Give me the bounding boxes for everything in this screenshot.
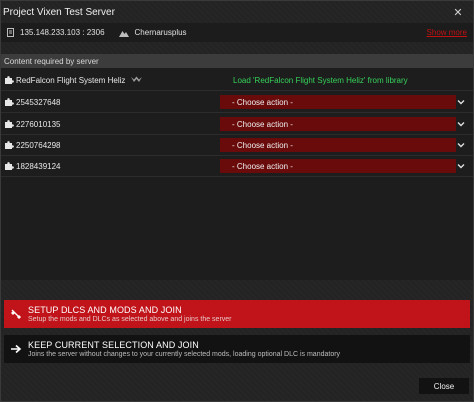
puzzle-icon	[4, 161, 14, 171]
mod-row: 1828439124 - Choose action -	[1, 156, 473, 177]
content-required-header: Content required by server	[1, 54, 473, 68]
mod-row: RedFalcon Flight System Heliz Load 'RedF…	[1, 70, 473, 91]
dialog-title: Project Vixen Test Server	[3, 6, 115, 18]
chevron-down-icon[interactable]	[456, 97, 466, 107]
mod-name-group: RedFalcon Flight System Heliz	[16, 75, 143, 85]
puzzle-icon	[4, 119, 14, 129]
keep-button-subtitle: Joins the server without changes to your…	[28, 351, 341, 358]
mod-load-status: Load 'RedFalcon Flight System Heliz' fro…	[233, 75, 408, 85]
server-map-text: Chernarusplus	[134, 28, 187, 37]
mod-name: 1828439124	[16, 161, 61, 171]
chevron-down-icon[interactable]	[456, 140, 466, 150]
setup-button-subtitle: Setup the mods and DLCs as selected abov…	[28, 316, 232, 323]
map-icon	[118, 29, 129, 37]
puzzle-icon	[4, 140, 14, 150]
action-select[interactable]: - Choose action -	[220, 95, 456, 109]
setup-mods-icon	[4, 308, 28, 320]
setup-button-text: SETUP DLCS AND MODS AND JOIN Setup the m…	[28, 305, 232, 323]
mod-row: 2545327648 - Choose action -	[1, 92, 473, 113]
mod-name: 2250764298	[16, 140, 61, 150]
chevron-down-icon[interactable]	[456, 119, 466, 129]
setup-and-join-button[interactable]: SETUP DLCS AND MODS AND JOIN Setup the m…	[4, 300, 470, 328]
mod-name: RedFalcon Flight System Heliz	[16, 75, 126, 85]
mod-name: 2276010135	[16, 119, 61, 129]
server-join-dialog: Project Vixen Test Server ✕ 135.148.233.…	[0, 0, 474, 402]
close-icon[interactable]: ✕	[451, 6, 465, 19]
chevron-down-icon[interactable]	[456, 161, 466, 171]
puzzle-icon	[4, 75, 14, 85]
title-bar: Project Vixen Test Server ✕	[1, 1, 473, 23]
keep-button-title: KEEP CURRENT SELECTION AND JOIN	[28, 340, 199, 350]
mod-row: 2276010135 - Choose action -	[1, 114, 473, 135]
keep-selection-join-button[interactable]: KEEP CURRENT SELECTION AND JOIN Joins th…	[4, 335, 470, 363]
server-ip-text: 135.148.233.103 : 2306	[20, 28, 105, 37]
server-address: 135.148.233.103 : 2306	[7, 28, 105, 37]
show-more-link[interactable]: Show more	[427, 28, 467, 37]
action-select[interactable]: - Choose action -	[220, 138, 456, 152]
action-select[interactable]: - Choose action -	[220, 117, 456, 131]
setup-button-title: SETUP DLCS AND MODS AND JOIN	[28, 305, 182, 315]
keep-button-text: KEEP CURRENT SELECTION AND JOIN Joins th…	[28, 340, 340, 358]
mods-list: RedFalcon Flight System Heliz Load 'RedF…	[1, 68, 473, 280]
server-icon	[7, 28, 14, 37]
server-info-bar: 135.148.233.103 : 2306 Chernarusplus Sho…	[1, 23, 473, 42]
close-button[interactable]: Close	[419, 378, 469, 394]
arrow-right-icon	[4, 344, 28, 354]
mod-name: 2545327648	[16, 97, 61, 107]
puzzle-icon	[4, 97, 14, 107]
server-map: Chernarusplus	[118, 28, 187, 37]
action-select[interactable]: - Choose action -	[220, 159, 456, 173]
mod-row: 2250764298 - Choose action -	[1, 135, 473, 156]
steam-icon	[131, 76, 143, 85]
